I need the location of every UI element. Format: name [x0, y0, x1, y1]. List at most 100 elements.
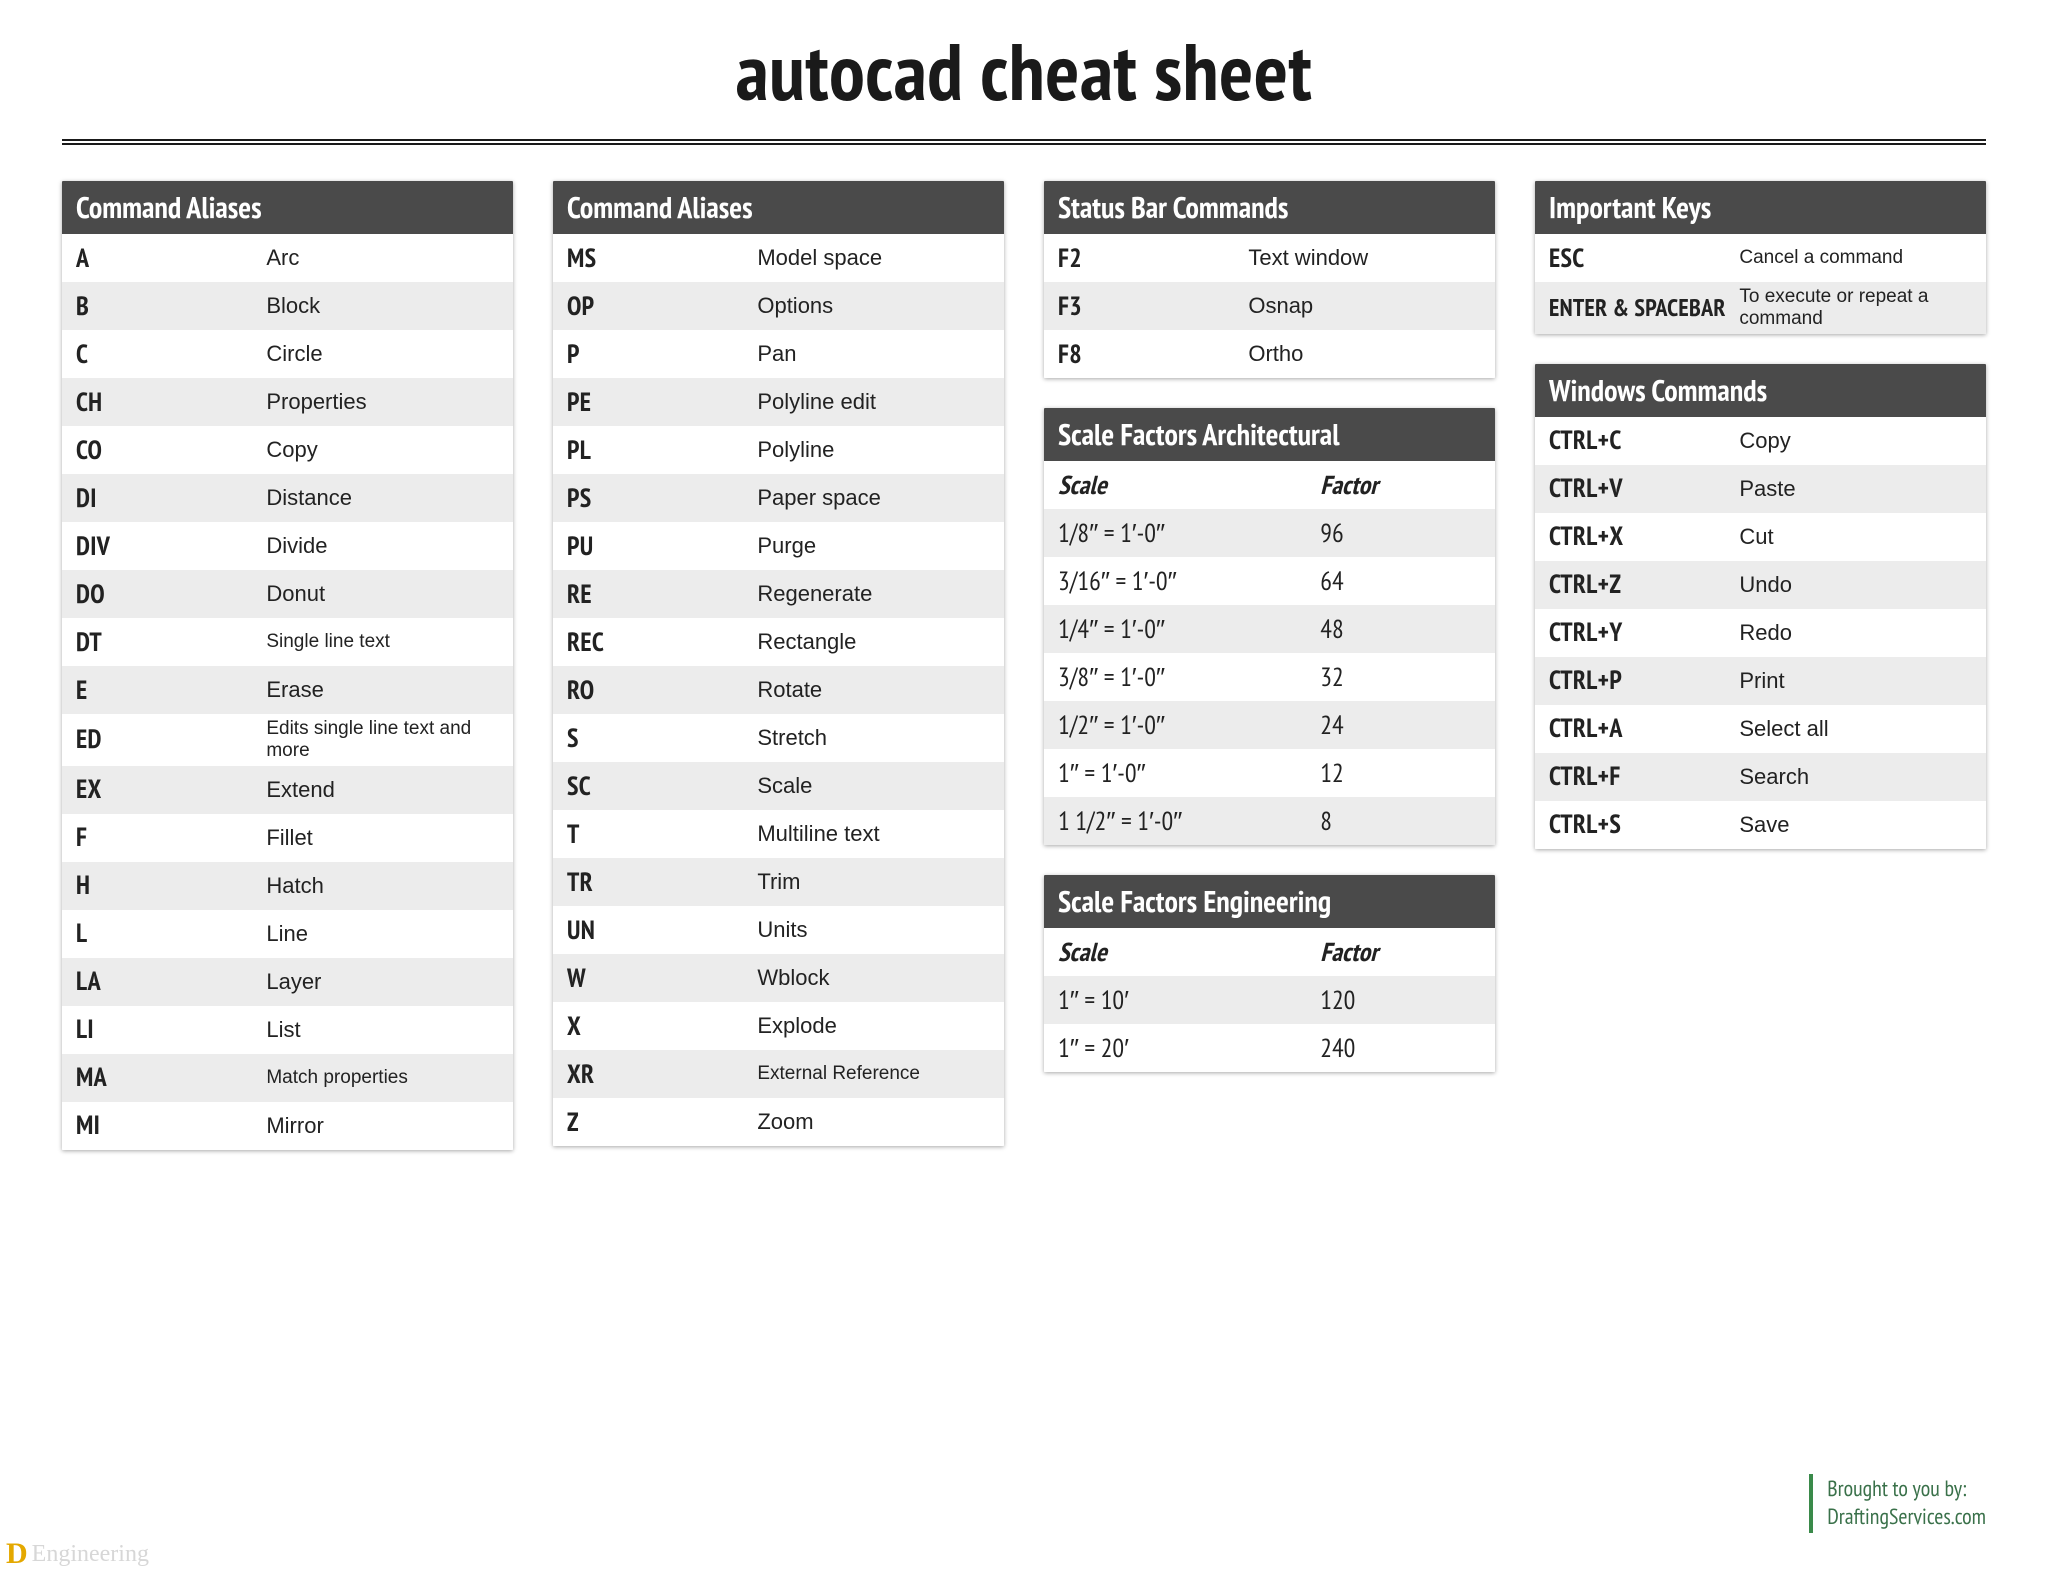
title-divider: [62, 139, 1986, 145]
table-row: 1/8″ = 1′-0″96: [1044, 509, 1495, 557]
row-value: Cancel a command: [1739, 247, 1972, 269]
row-key: CTRL+X: [1549, 520, 1739, 553]
table-row: CTRL+XCut: [1535, 513, 1986, 561]
table-row: ESCCancel a command: [1535, 234, 1986, 282]
row-value: 32: [1320, 661, 1481, 694]
row-key: PE: [567, 386, 757, 419]
command-aliases-card-2: Command Aliases MSModel spaceOPOptionsPP…: [553, 181, 1004, 1146]
table-row: PPan: [553, 330, 1004, 378]
row-value: 120: [1320, 984, 1481, 1017]
card-header: Scale Factors Engineering: [1044, 875, 1495, 928]
row-key: DT: [76, 626, 266, 659]
card-header: Important Keys: [1535, 181, 1986, 234]
row-value: Extend: [266, 777, 499, 803]
table-row: AArc: [62, 234, 513, 282]
card-rows: MSModel spaceOPOptionsPPanPEPolyline edi…: [553, 234, 1004, 1146]
row-value: Circle: [266, 341, 499, 367]
row-key: P: [567, 338, 757, 371]
row-key: C: [76, 338, 266, 371]
row-key: ED: [76, 723, 266, 756]
row-value: Model space: [757, 245, 990, 271]
table-row: SCScale: [553, 762, 1004, 810]
row-value: 24: [1320, 709, 1481, 742]
row-key: PU: [567, 530, 757, 563]
row-value: Osnap: [1248, 293, 1481, 319]
row-key: DO: [76, 578, 266, 611]
row-key: 1″ = 10′: [1058, 984, 1320, 1017]
row-key: H: [76, 869, 266, 902]
row-key: W: [567, 962, 757, 995]
row-value: Save: [1739, 812, 1972, 838]
row-key: B: [76, 290, 266, 323]
row-key: SC: [567, 770, 757, 803]
table-row: CCircle: [62, 330, 513, 378]
row-value: Block: [266, 293, 499, 319]
row-value: Copy: [1739, 428, 1972, 454]
row-value: 48: [1320, 613, 1481, 646]
credit-line-1: Brought to you by:: [1827, 1476, 1986, 1504]
table-row: F8Ortho: [1044, 330, 1495, 378]
row-value: Cut: [1739, 524, 1972, 550]
row-key: UN: [567, 914, 757, 947]
table-row: MIMirror: [62, 1102, 513, 1150]
columns: Command Aliases AArcBBlockCCircleCHPrope…: [62, 181, 1986, 1150]
row-key: F: [76, 821, 266, 854]
row-key: 3/16″ = 1′-0″: [1058, 565, 1320, 598]
row-key: CTRL+Y: [1549, 616, 1739, 649]
row-value: Donut: [266, 581, 499, 607]
status-bar-card: Status Bar Commands F2Text windowF3Osnap…: [1044, 181, 1495, 378]
card-rows: AArcBBlockCCircleCHPropertiesCOCopyDIDis…: [62, 234, 513, 1150]
row-value: Options: [757, 293, 990, 319]
row-key: Z: [567, 1106, 757, 1139]
row-value: Units: [757, 917, 990, 943]
row-value: 240: [1320, 1032, 1481, 1065]
subheader-key: Scale: [1058, 936, 1320, 969]
row-key: 1/2″ = 1′-0″: [1058, 709, 1320, 742]
table-row: RERegenerate: [553, 570, 1004, 618]
row-value: Fillet: [266, 825, 499, 851]
row-value: Multiline text: [757, 821, 990, 847]
row-value: Pan: [757, 341, 990, 367]
table-row: 1 1/2″ = 1′-0″8: [1044, 797, 1495, 845]
table-row: UNUnits: [553, 906, 1004, 954]
row-key: ENTER & SPACEBAR: [1549, 295, 1739, 321]
row-value: Polyline: [757, 437, 990, 463]
table-row: MSModel space: [553, 234, 1004, 282]
row-value: 64: [1320, 565, 1481, 598]
row-key: CO: [76, 434, 266, 467]
row-key: MI: [76, 1109, 266, 1142]
row-key: XR: [567, 1058, 757, 1091]
table-row: CTRL+CCopy: [1535, 417, 1986, 465]
windows-commands-card: Windows Commands CTRL+CCopyCTRL+VPasteCT…: [1535, 364, 1986, 849]
row-value: Text window: [1248, 245, 1481, 271]
table-row: LALayer: [62, 958, 513, 1006]
row-value: Polyline edit: [757, 389, 990, 415]
row-key: DIV: [76, 530, 266, 563]
row-key: CTRL+A: [1549, 712, 1739, 745]
row-key: E: [76, 674, 266, 707]
table-row: ENTER & SPACEBARTo execute or repeat a c…: [1535, 282, 1986, 334]
watermark: D Engineering: [0, 1537, 149, 1571]
table-row: PEPolyline edit: [553, 378, 1004, 426]
row-value: Properties: [266, 389, 499, 415]
row-value: To execute or repeat a command: [1739, 286, 1972, 330]
table-subheader: ScaleFactor: [1044, 461, 1495, 509]
command-aliases-card-1: Command Aliases AArcBBlockCCircleCHPrope…: [62, 181, 513, 1150]
page-title: autocad cheat sheet: [62, 20, 1986, 123]
row-value: Distance: [266, 485, 499, 511]
important-keys-card: Important Keys ESCCancel a commandENTER …: [1535, 181, 1986, 334]
table-row: CTRL+VPaste: [1535, 465, 1986, 513]
table-row: 3/8″ = 1′-0″32: [1044, 653, 1495, 701]
table-row: MAMatch properties: [62, 1054, 513, 1102]
scale-arch-card: Scale Factors Architectural ScaleFactor1…: [1044, 408, 1495, 845]
table-row: DIDistance: [62, 474, 513, 522]
table-row: BBlock: [62, 282, 513, 330]
card-header: Status Bar Commands: [1044, 181, 1495, 234]
table-row: LLine: [62, 910, 513, 958]
table-row: DIVDivide: [62, 522, 513, 570]
table-row: FFillet: [62, 814, 513, 862]
table-row: CTRL+SSave: [1535, 801, 1986, 849]
table-row: EXExtend: [62, 766, 513, 814]
table-row: 3/16″ = 1′-0″64: [1044, 557, 1495, 605]
row-value: Paper space: [757, 485, 990, 511]
